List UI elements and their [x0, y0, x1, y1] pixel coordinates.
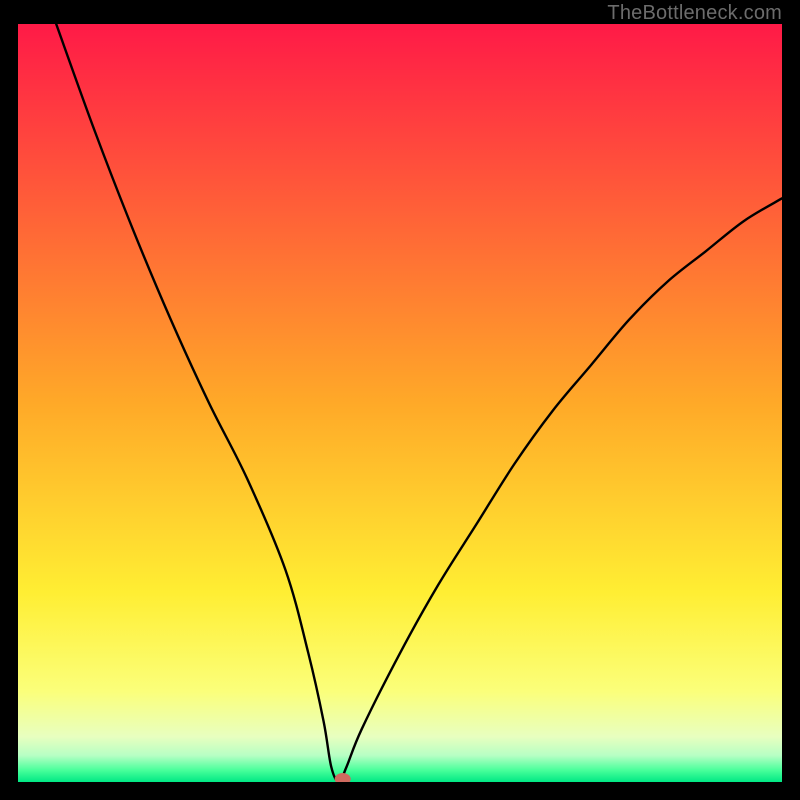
chart-frame: TheBottleneck.com: [0, 0, 800, 800]
bottleneck-chart: [18, 24, 782, 782]
watermark-text: TheBottleneck.com: [607, 2, 782, 25]
plot-background: [18, 24, 782, 782]
